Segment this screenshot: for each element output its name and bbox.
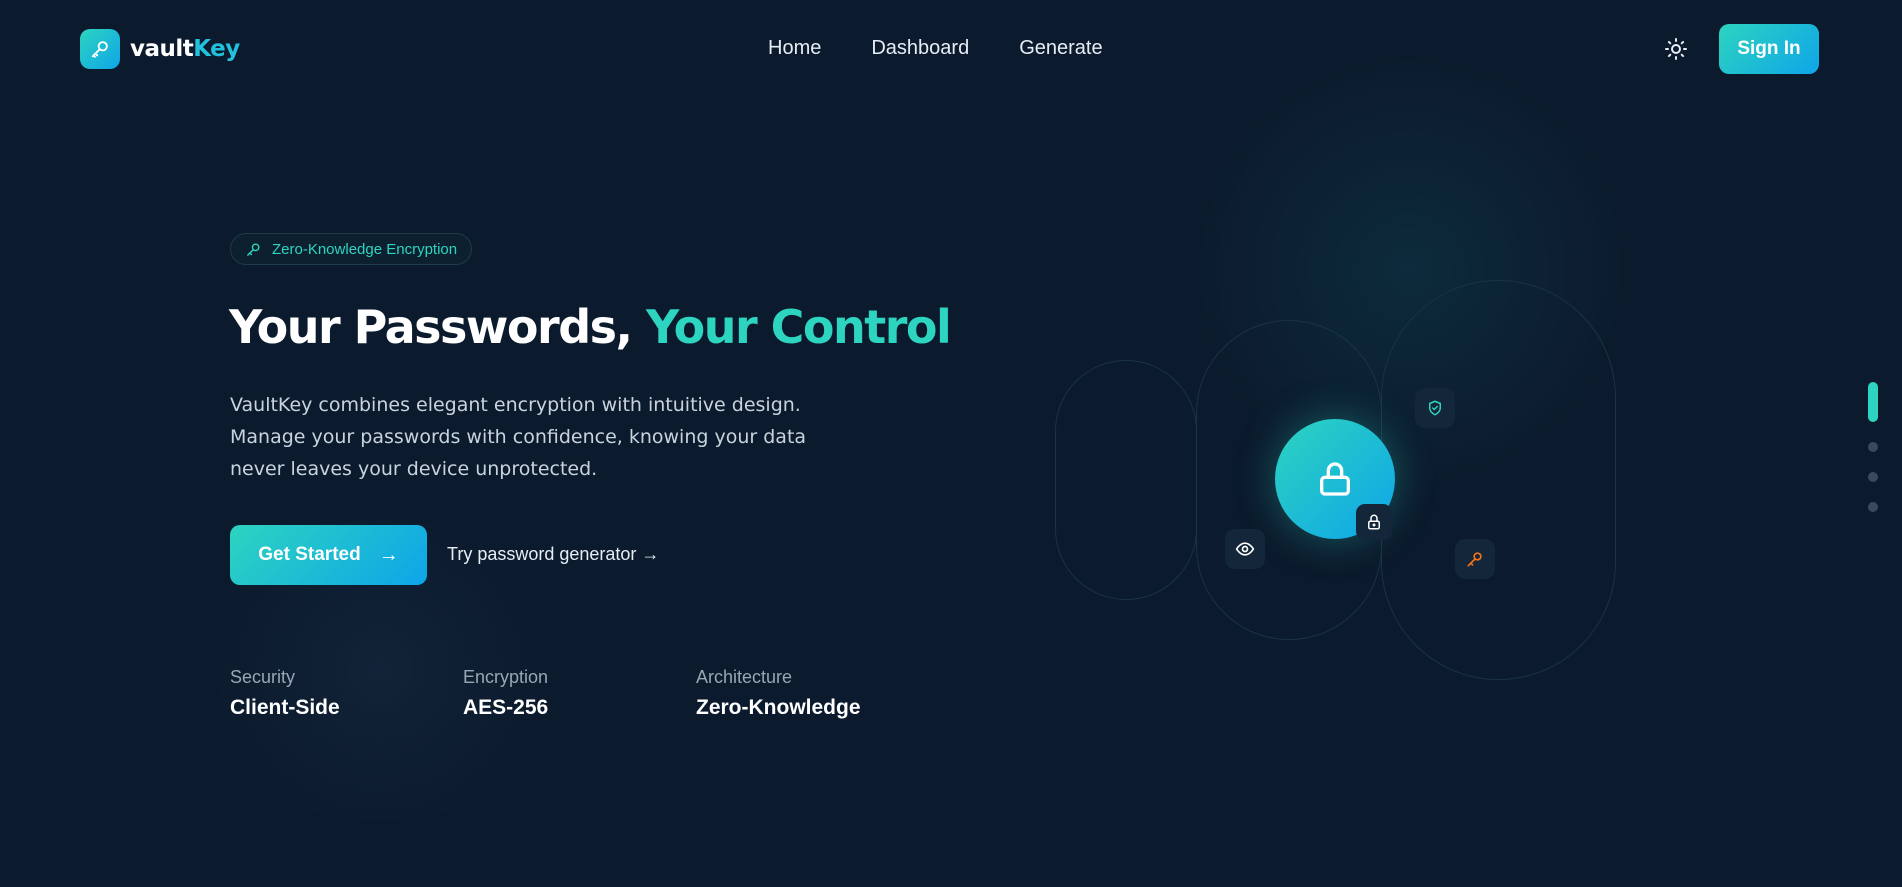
- hero-title-accent: Your Control: [646, 300, 952, 354]
- nav-home[interactable]: Home: [768, 37, 821, 60]
- arrow-right-icon: →: [378, 543, 399, 566]
- small-lock-icon: [1356, 504, 1392, 540]
- sun-icon: [1665, 38, 1687, 60]
- key-icon: [247, 242, 260, 256]
- stat-label: Architecture: [696, 667, 793, 687]
- nav-generate[interactable]: Generate: [1019, 37, 1102, 60]
- page-dot[interactable]: [1868, 442, 1878, 452]
- get-started-label: Get Started: [258, 544, 361, 565]
- encryption-badge: Zero-Knowledge Encryption: [230, 233, 473, 265]
- eye-icon: [1225, 529, 1265, 569]
- main-nav: Home Dashboard Generate: [768, 37, 1153, 60]
- hero-description: VaultKey combines elegant encryption wit…: [230, 394, 807, 480]
- logo[interactable]: vaultKey: [80, 29, 240, 69]
- stat-architecture: Architecture Zero-Knowledge: [696, 667, 861, 720]
- stat-value: Client-Side: [230, 696, 340, 719]
- shield-icon: [1415, 388, 1455, 428]
- page-indicator: [1868, 382, 1878, 532]
- stat-label: Security: [230, 667, 296, 687]
- hero-title-primary: Your Passwords,: [229, 300, 633, 354]
- page-dot[interactable]: [1868, 472, 1878, 482]
- stat-security: Security Client-Side: [230, 667, 340, 720]
- stat-value: AES-256: [463, 696, 549, 719]
- hero-title: Your Passwords, Your Control: [229, 300, 952, 354]
- brand-name: vaultKey: [130, 36, 240, 62]
- top-navbar: vaultKey Home Dashboard Generate Sign In: [0, 0, 1902, 98]
- brand-name-part1: vault: [130, 36, 194, 62]
- stat-label: Encryption: [463, 667, 549, 687]
- theme-toggle-button[interactable]: [1663, 36, 1689, 62]
- badge-label: Zero-Knowledge Encryption: [272, 240, 458, 258]
- key-icon: [1455, 539, 1495, 579]
- stat-encryption: Encryption AES-256: [463, 667, 548, 720]
- stat-value: Zero-Knowledge: [696, 696, 861, 719]
- key-icon: [80, 29, 120, 69]
- nav-dashboard[interactable]: Dashboard: [871, 37, 969, 60]
- sign-in-button[interactable]: Sign In: [1719, 24, 1819, 74]
- password-generator-link[interactable]: Try password generator →: [447, 544, 659, 565]
- page-dot[interactable]: [1868, 502, 1878, 512]
- orbit-ring: [1381, 280, 1616, 680]
- orbit-ring: [1055, 360, 1197, 600]
- brand-name-part2: Key: [193, 36, 240, 62]
- get-started-button[interactable]: Get Started →: [230, 525, 427, 585]
- page-dot-active[interactable]: [1868, 382, 1878, 422]
